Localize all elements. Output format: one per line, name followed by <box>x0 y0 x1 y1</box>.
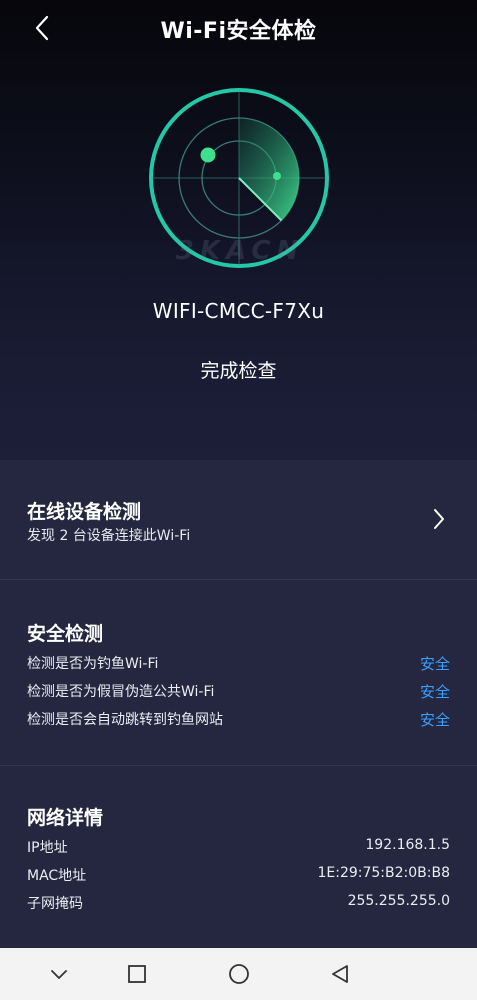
security-row: 检测是否为钓鱼Wi-Fi 安全 <box>27 653 450 675</box>
page-title: Wi-Fi安全体检 <box>160 19 317 44</box>
wifi-ssid: WIFI-CMCC-F7Xu <box>152 299 325 323</box>
hero-panel: Wi-Fi安全体检 3KACN WIFI-CMCC-F7Xu 完成检查 <box>0 0 477 460</box>
system-navbar <box>0 948 477 1000</box>
nav-home-button[interactable] <box>225 960 253 988</box>
network-details-title: 网络详情 <box>27 807 104 829</box>
security-row-result: 安全 <box>419 711 450 729</box>
security-row: 检测是否为假冒伪造公共Wi-Fi 安全 <box>27 681 450 703</box>
detail-row-label: 子网掩码 <box>27 896 83 912</box>
online-devices-section[interactable]: 在线设备检测 发现 2 台设备连接此Wi-Fi <box>0 460 477 580</box>
detail-row: MAC地址 1E:29:75:B2:0B:B8 <box>27 865 450 887</box>
nav-back-button[interactable] <box>326 960 354 988</box>
security-row-label: 检测是否会自动跳转到钓鱼网站 <box>27 712 223 728</box>
security-check-section: 安全检测 检测是否为钓鱼Wi-Fi 安全 检测是否为假冒伪造公共Wi-Fi 安全… <box>0 580 477 765</box>
security-row: 检测是否会自动跳转到钓鱼网站 安全 <box>27 709 450 731</box>
detail-row-value: 255.255.255.0 <box>347 893 450 909</box>
detail-row-label: IP地址 <box>27 840 68 856</box>
security-row-label: 检测是否为钓鱼Wi-Fi <box>27 656 159 672</box>
watermark: 3KACN <box>175 236 305 266</box>
detail-row-value: 192.168.1.5 <box>365 837 450 853</box>
security-row-result: 安全 <box>419 683 450 701</box>
security-row-result: 安全 <box>419 655 450 673</box>
triangle-back-icon <box>332 965 348 983</box>
detail-row-label: MAC地址 <box>27 868 87 884</box>
check-status: 完成检查 <box>200 360 277 382</box>
detail-row: 子网掩码 255.255.255.0 <box>27 893 450 915</box>
circle-icon <box>229 964 249 984</box>
security-row-label: 检测是否为假冒伪造公共Wi-Fi <box>27 684 215 700</box>
online-devices-subtitle: 发现 2 台设备连接此Wi-Fi <box>27 528 191 544</box>
square-icon <box>128 965 146 983</box>
security-check-title: 安全检测 <box>27 623 104 645</box>
online-devices-title: 在线设备检测 <box>27 501 142 523</box>
detail-row: IP地址 192.168.1.5 <box>27 837 450 859</box>
header: Wi-Fi安全体检 <box>0 0 477 56</box>
nav-hide-keyboard-button[interactable] <box>45 960 73 988</box>
chevron-right-icon[interactable] <box>429 505 449 533</box>
network-details-section: 网络详情 IP地址 192.168.1.5 MAC地址 1E:29:75:B2:… <box>0 766 477 948</box>
details-panel: 在线设备检测 发现 2 台设备连接此Wi-Fi 安全检测 检测是否为钓鱼Wi-F… <box>0 460 477 948</box>
detail-row-value: 1E:29:75:B2:0B:B8 <box>317 865 450 881</box>
chevron-down-icon <box>51 970 67 979</box>
nav-recents-button[interactable] <box>123 960 151 988</box>
